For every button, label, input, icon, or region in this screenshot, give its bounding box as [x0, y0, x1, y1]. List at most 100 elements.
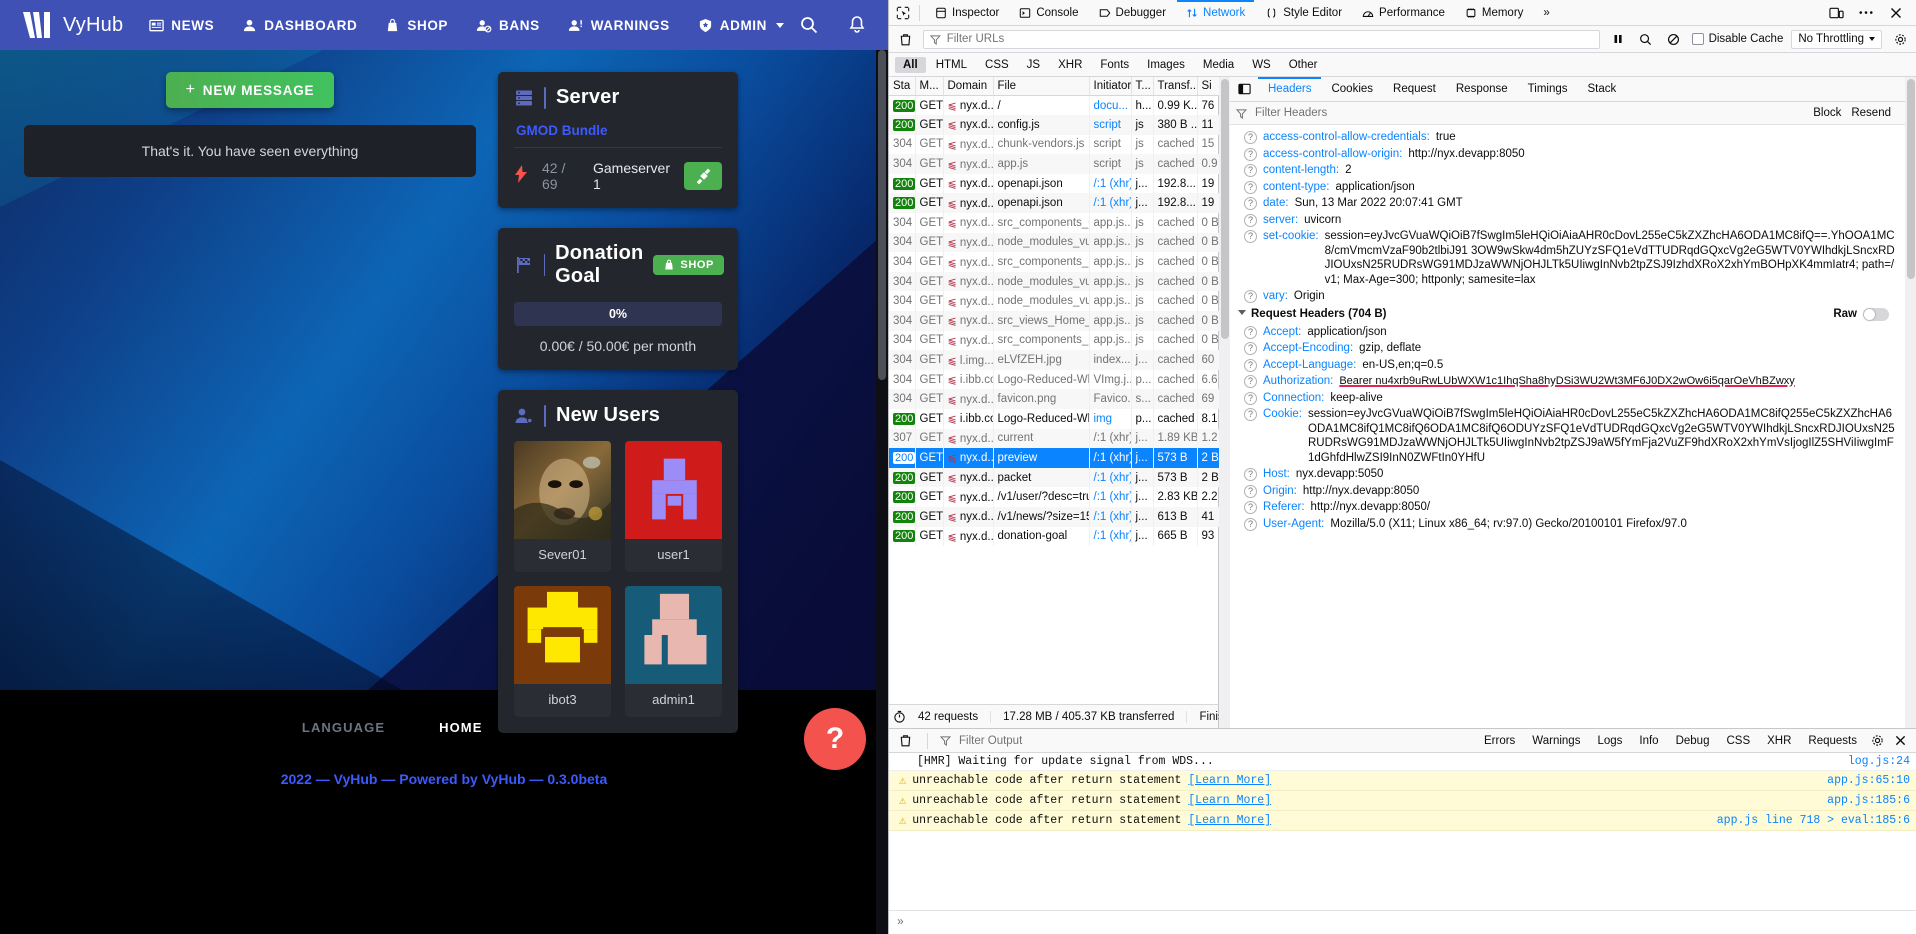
bundle-link[interactable]: GMOD Bundle	[514, 121, 722, 148]
table-row[interactable]: 304GET⫹ nyx.d...node_modules_vuetifyapp.…	[889, 272, 1219, 292]
help-icon[interactable]: ?	[1244, 468, 1257, 481]
help-icon[interactable]: ?	[1244, 214, 1257, 227]
type-filter-js[interactable]: JS	[1019, 57, 1048, 73]
console-filter-logs[interactable]: Logs	[1590, 733, 1629, 749]
network-list-scrollbar-thumb[interactable]	[1221, 79, 1229, 339]
nav-item-dashboard[interactable]: DASHBOARD	[230, 0, 369, 50]
help-icon[interactable]: ?	[1244, 148, 1257, 161]
learn-more-link[interactable]: [Learn More]	[1188, 814, 1271, 827]
help-icon[interactable]: ?	[1244, 485, 1257, 498]
detail-tab-request[interactable]: Request	[1383, 77, 1446, 102]
help-icon[interactable]: ?	[1244, 131, 1257, 144]
learn-more-link[interactable]: [Learn More]	[1188, 794, 1271, 807]
user-tile[interactable]: ibot3	[514, 586, 611, 717]
col-status[interactable]: Sta	[889, 77, 915, 96]
col-type[interactable]: T...	[1131, 77, 1153, 96]
details-scrollbar[interactable]	[1905, 77, 1916, 728]
nav-item-news[interactable]: NEWS	[137, 0, 226, 50]
devtools-menu-icon[interactable]	[1856, 3, 1876, 23]
tab-performance[interactable]: Performance	[1353, 0, 1454, 26]
help-icon[interactable]: ?	[1244, 197, 1257, 210]
detail-tab-cookies[interactable]: Cookies	[1321, 77, 1383, 102]
clear-console-icon[interactable]	[895, 731, 915, 751]
help-icon[interactable]: ?	[1244, 181, 1257, 194]
tab-memory[interactable]: Memory	[1456, 0, 1533, 26]
nav-item-bans[interactable]: BANS	[464, 0, 552, 50]
block-requests-icon[interactable]	[1664, 29, 1684, 49]
learn-more-link[interactable]: [Learn More]	[1188, 774, 1271, 787]
table-row[interactable]: 304GET⫹ nyx.d...chunk-vendors.jsscriptjs…	[889, 135, 1219, 155]
resend-button[interactable]: Resend	[1851, 107, 1891, 119]
table-row[interactable]: 304GET⫹ nyx.d...src_components_Editoapp.…	[889, 331, 1219, 351]
table-row[interactable]: 304GET⫹ nyx.d...src_components_GenFapp.j…	[889, 213, 1219, 233]
help-icon[interactable]: ?	[1244, 230, 1257, 243]
table-row[interactable]: 304GET⫹ nyx.d...src_components_Deletapp.…	[889, 252, 1219, 272]
help-icon[interactable]: ?	[1244, 326, 1257, 339]
throttling-select[interactable]: No Throttling	[1791, 30, 1882, 49]
console-filter-info[interactable]: Info	[1632, 733, 1665, 749]
help-icon[interactable]: ?	[1244, 518, 1257, 531]
table-row[interactable]: 200GET⫹ i.ibb.coLogo-Reduced-White.pimgp…	[889, 409, 1219, 429]
user-tile[interactable]: user1	[625, 441, 722, 572]
console-message[interactable]: [HMR] Waiting for update signal from WDS…	[889, 753, 1916, 771]
details-panel-toggle-icon[interactable]	[1234, 79, 1254, 99]
close-console-icon[interactable]	[1890, 731, 1910, 751]
type-filter-fonts[interactable]: Fonts	[1092, 57, 1137, 73]
console-filter-debug[interactable]: Debug	[1669, 733, 1717, 749]
help-icon[interactable]: ?	[1244, 290, 1257, 303]
help-icon[interactable]: ?	[1244, 164, 1257, 177]
nav-item-admin[interactable]: ADMIN	[686, 0, 796, 50]
col-domain[interactable]: Domain	[943, 77, 993, 96]
col-size[interactable]: Si	[1197, 77, 1219, 96]
table-row[interactable]: 304GET⫹ nyx.d...node_modules_vuetifyapp.…	[889, 233, 1219, 253]
col-transferred[interactable]: Transf...	[1153, 77, 1197, 96]
console-message[interactable]: ⚠unreachable code after return statement…	[889, 791, 1916, 811]
detail-tab-stack[interactable]: Stack	[1578, 77, 1627, 102]
table-row[interactable]: 304GET⫹ i.ibb.coLogo-Reduced-White.pVImg…	[889, 370, 1219, 390]
console-message-source[interactable]: app.js:65:10	[1827, 774, 1910, 787]
type-filter-html[interactable]: HTML	[928, 57, 975, 73]
detail-tab-timings[interactable]: Timings	[1518, 77, 1578, 102]
help-icon[interactable]: ?	[1244, 408, 1257, 421]
console-message-source[interactable]: log.js:24	[1848, 755, 1910, 768]
user-tile[interactable]: admin1	[625, 586, 722, 717]
tabs-overflow-button[interactable]: »	[1534, 0, 1558, 26]
pause-requests-icon[interactable]	[1608, 29, 1628, 49]
close-devtools-icon[interactable]	[1886, 3, 1906, 23]
console-filter-warnings[interactable]: Warnings	[1525, 733, 1587, 749]
type-filter-other[interactable]: Other	[1281, 57, 1326, 73]
type-filter-media[interactable]: Media	[1195, 57, 1242, 73]
request-headers-section-header[interactable]: Request Headers (704 B) Raw	[1230, 305, 1905, 324]
console-input-row[interactable]: »	[889, 910, 1916, 934]
filter-output-input[interactable]: Filter Output	[959, 735, 1022, 747]
responsive-design-mode-icon[interactable]	[1826, 3, 1846, 23]
tab-network[interactable]: Network	[1177, 0, 1254, 26]
type-filter-ws[interactable]: WS	[1244, 57, 1279, 73]
disable-cache-checkbox[interactable]: Disable Cache	[1692, 33, 1784, 45]
nav-item-shop[interactable]: SHOP	[373, 0, 460, 50]
detail-tab-headers[interactable]: Headers	[1258, 77, 1321, 102]
table-row[interactable]: 200GET⫹ nyx.d...openapi.json/:1 (xhr)j..…	[889, 193, 1219, 213]
raw-toggle[interactable]	[1863, 308, 1889, 321]
console-message[interactable]: ⚠unreachable code after return statement…	[889, 811, 1916, 831]
table-row[interactable]: 200GET⫹ nyx.d...config.jsscriptjs380 B .…	[889, 115, 1219, 135]
new-message-button[interactable]: + NEW MESSAGE	[166, 72, 335, 108]
network-settings-icon[interactable]	[1890, 29, 1910, 49]
table-row[interactable]: 304GET⫹ nyx.d...src_views_Home_vue.jsapp…	[889, 311, 1219, 331]
element-picker-icon[interactable]	[893, 3, 913, 23]
table-row[interactable]: 200GET⫹ nyx.d.../v1/user/?desc=true&li/:…	[889, 487, 1219, 507]
col-method[interactable]: M...	[915, 77, 943, 96]
details-scrollbar-thumb[interactable]	[1907, 79, 1915, 279]
console-message[interactable]: ⚠unreachable code after return statement…	[889, 771, 1916, 791]
console-filter-css[interactable]: CSS	[1719, 733, 1757, 749]
help-icon[interactable]: ?	[1244, 375, 1257, 388]
detail-tab-response[interactable]: Response	[1446, 77, 1518, 102]
help-fab-button[interactable]: ?	[804, 708, 866, 770]
user-tile[interactable]: Sever01	[514, 441, 611, 572]
type-filter-css[interactable]: CSS	[977, 57, 1017, 73]
type-filter-all[interactable]: All	[895, 57, 926, 73]
table-row[interactable]: 304GET⫹ nyx.d...app.jsscriptjscached0.9	[889, 154, 1219, 174]
table-row[interactable]: 200GET⫹ nyx.d.../v1/news/?size=15/:1 (xh…	[889, 507, 1219, 527]
tab-debugger[interactable]: Debugger	[1090, 0, 1176, 26]
table-row[interactable]: 304GET⫹ nyx.d...node_modules_vuetifyapp.…	[889, 291, 1219, 311]
